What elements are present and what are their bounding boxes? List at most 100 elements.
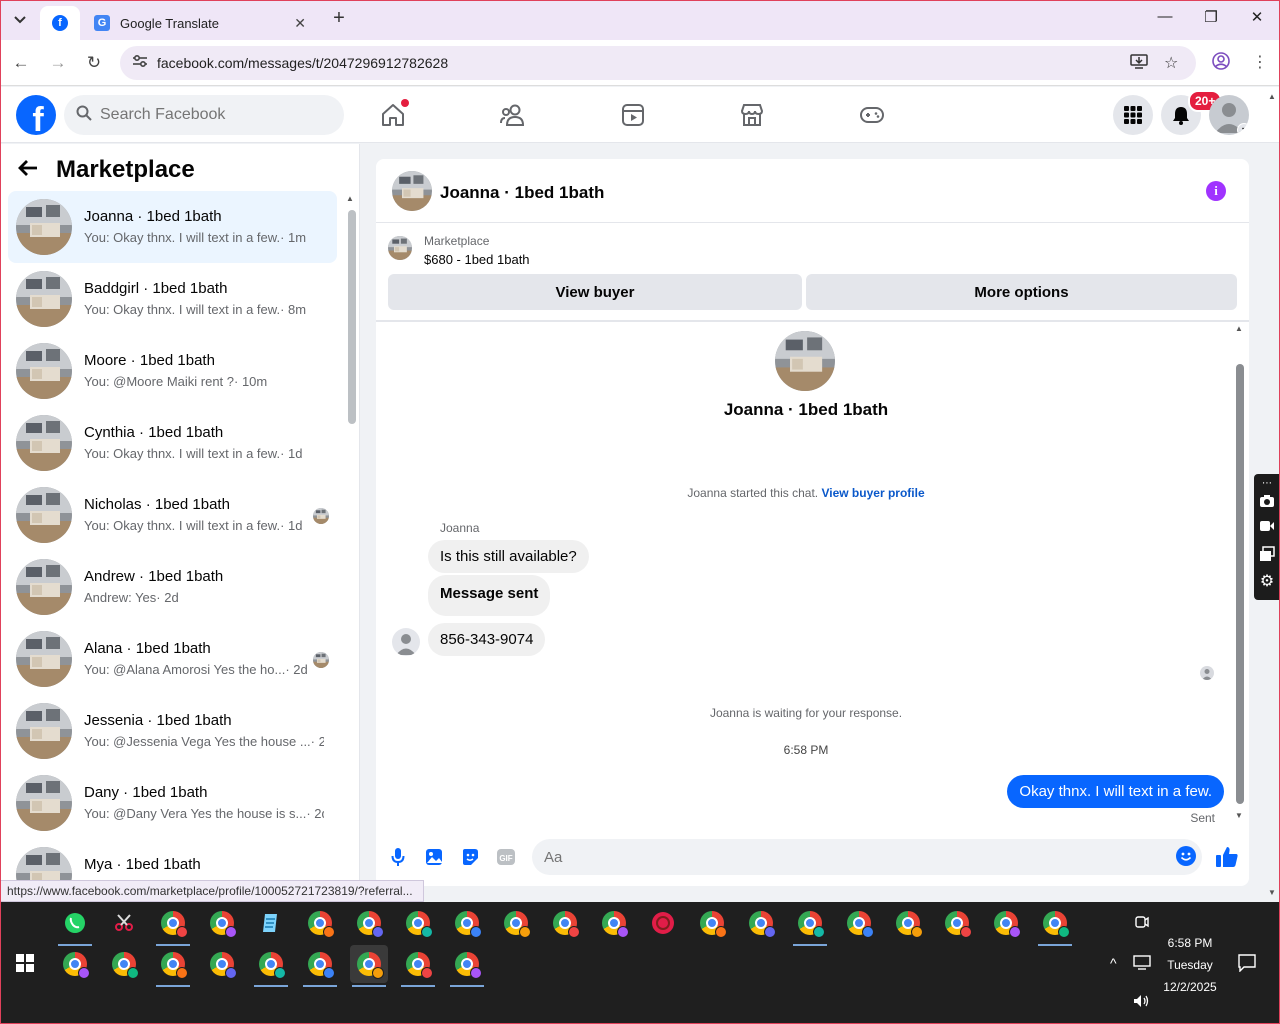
chrome-taskbar-icon[interactable] [301,945,339,987]
listing-thumbnail[interactable] [392,171,432,211]
chrome-taskbar-icon[interactable] [742,904,780,942]
windows-start-icon[interactable] [16,954,34,972]
browser-menu-icon[interactable]: ⋮ [1252,52,1268,72]
chrome-taskbar-icon[interactable] [595,904,633,942]
notepad-taskbar-icon[interactable] [252,904,290,942]
microphone-icon[interactable] [387,846,409,868]
message-input-box[interactable] [532,839,1202,875]
conversation-item[interactable]: Andrew · 1bed 1bath Andrew: Yes· 2d [8,551,337,623]
chrome-taskbar-icon[interactable] [252,945,290,987]
reload-button[interactable]: ↻ [83,52,105,74]
account-avatar[interactable]: ▾ [1209,95,1249,135]
chat-title[interactable]: Joanna · 1bed 1bath [440,183,604,203]
settings-gear-icon[interactable]: ⚙ [1259,574,1275,590]
chrome-taskbar-icon[interactable] [350,904,388,942]
chat-scroll-up-arrow[interactable]: ▲ [1235,324,1243,333]
close-window-button[interactable]: ✕ [1242,8,1272,26]
network-icon[interactable] [1133,955,1151,974]
snipping-tool-taskbar-icon[interactable] [105,904,143,942]
chrome-taskbar-icon[interactable] [154,904,192,946]
tab-facebook[interactable]: f [40,6,80,40]
conversation-item[interactable]: Jessenia · 1bed 1bath You: @Jessenia Vega… [8,695,337,767]
incoming-message[interactable]: Is this still available? [428,540,589,573]
tab-search-button[interactable] [8,8,32,32]
restore-button[interactable]: ❐ [1196,8,1226,26]
incoming-message[interactable]: 856-343-9074 [428,623,546,656]
profile-icon[interactable] [1212,52,1230,75]
tray-meet-icon[interactable] [1134,914,1150,933]
conversation-item[interactable]: Moore · 1bed 1bath You: @Moore Maiki rent… [8,335,337,407]
chrome-taskbar-icon[interactable] [203,945,241,983]
new-tab-button[interactable]: + [328,8,350,30]
chrome-taskbar-icon[interactable] [56,945,94,983]
camera-icon[interactable] [1259,494,1275,510]
chat-scroll-down-arrow[interactable]: ▼ [1235,811,1243,820]
chrome-taskbar-icon[interactable] [399,945,437,987]
chrome-taskbar-icon[interactable] [448,904,486,942]
recorder-more-icon[interactable]: ⋯ [1259,476,1275,492]
chrome-taskbar-icon[interactable] [987,904,1025,942]
bookmark-star-icon[interactable]: ☆ [1164,53,1178,73]
facebook-logo[interactable]: f [16,95,56,135]
listing-price-title[interactable]: $680 - 1bed 1bath [424,252,530,267]
chrome-taskbar-icon[interactable] [791,904,829,946]
conversation-item[interactable]: Joanna · 1bed 1bath You: Okay thnx. I wil… [8,191,337,263]
chrome-taskbar-icon[interactable] [301,904,339,942]
chrome-taskbar-icon[interactable] [546,904,584,942]
conversation-item[interactable]: Dany · 1bed 1bath You: @Dany Vera Yes the… [8,767,337,839]
friends-icon[interactable] [499,101,527,129]
conversation-item[interactable]: Cynthia · 1bed 1bath You: Okay thnx. I wi… [8,407,337,479]
chrome-taskbar-icon[interactable] [938,904,976,942]
home-icon[interactable] [379,99,409,129]
site-info-icon[interactable] [132,54,148,71]
chrome-taskbar-icon[interactable] [203,904,241,942]
chrome-taskbar-icon[interactable] [497,904,535,942]
incoming-message[interactable]: Message sent [428,575,551,616]
chat-scrollbar[interactable] [1236,364,1244,804]
chrome-taskbar-icon[interactable] [693,904,731,942]
video-icon[interactable] [619,101,647,129]
video-record-icon[interactable] [1259,520,1275,536]
chrome-taskbar-icon[interactable] [105,945,143,983]
search-box[interactable] [64,95,344,135]
chrome-taskbar-icon[interactable] [840,904,878,942]
scroll-up-arrow[interactable]: ▲ [346,194,354,203]
message-input[interactable] [544,848,1144,866]
back-button[interactable]: ← [10,52,32,74]
page-scroll-up-arrow[interactable]: ▲ [1268,92,1276,101]
chrome-taskbar-icon[interactable] [448,945,486,987]
info-icon[interactable]: i [1206,181,1226,201]
install-app-icon[interactable] [1130,53,1148,74]
notification-center-icon[interactable] [1238,954,1256,975]
chrome-taskbar-icon[interactable] [1036,904,1074,946]
outgoing-message[interactable]: Okay thnx. I will text in a few. [1007,775,1224,808]
tab-google-translate[interactable]: G Google Translate ✕ [84,6,320,40]
conversation-item[interactable]: Alana · 1bed 1bath You: @Alana Amorosi Ye… [8,623,337,695]
screen-recorder-taskbar-icon[interactable] [644,904,682,942]
close-tab-icon[interactable]: ✕ [294,15,306,32]
chrome-taskbar-icon[interactable] [399,904,437,942]
sidebar-scrollbar[interactable] [348,210,356,424]
search-input[interactable] [100,106,320,124]
windows-icon[interactable] [1259,546,1275,562]
emoji-icon[interactable] [1176,846,1196,866]
gaming-icon[interactable] [858,101,886,129]
minimize-button[interactable]: — [1150,8,1180,25]
photo-icon[interactable] [423,846,445,868]
listing-small-thumbnail[interactable] [388,236,412,260]
buyer-avatar[interactable] [392,628,420,656]
tray-chevron-up-icon[interactable]: ^ [1110,955,1117,971]
menu-grid-button[interactable] [1113,95,1153,135]
volume-icon[interactable] [1133,994,1151,1011]
sticker-icon[interactable] [459,846,481,868]
chrome-taskbar-icon[interactable] [154,945,192,987]
system-clock[interactable]: 6:58 PM Tuesday 12/2/2025 [1150,932,1230,998]
gif-icon[interactable]: GIF [495,846,517,868]
forward-button[interactable]: → [47,52,69,74]
view-buyer-profile-link[interactable]: View buyer profile [821,486,924,500]
page-scroll-down-arrow[interactable]: ▼ [1268,888,1276,897]
chrome-taskbar-icon[interactable] [889,904,927,942]
view-buyer-button[interactable]: View buyer [388,274,802,310]
thumbs-up-icon[interactable] [1214,844,1240,870]
chrome-taskbar-icon[interactable] [350,945,388,987]
